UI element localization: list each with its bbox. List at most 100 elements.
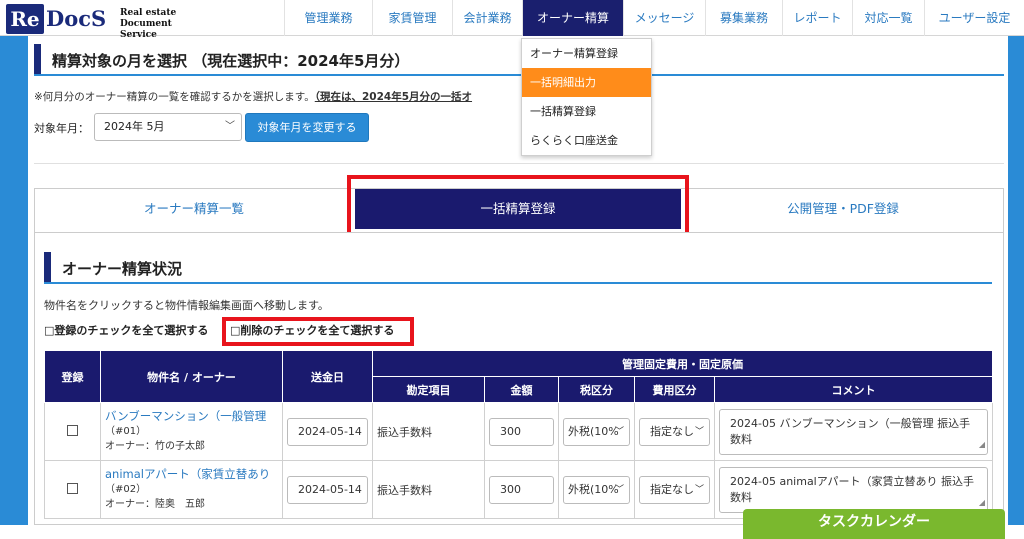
owner-table: 登録 物件名 / オーナー 送金日 管理固定費用・固定原価 勘定項目 金額 税区… xyxy=(44,350,994,519)
header-register: 登録 xyxy=(44,350,101,403)
chevron-down-icon: ﹀ xyxy=(614,484,624,495)
header-item: 勘定項目 xyxy=(372,376,485,403)
owner-name: オーナー：陸奥 五郎 xyxy=(105,499,205,510)
tax-select[interactable]: 外税(10% ﹀ xyxy=(563,475,630,504)
date-input[interactable]: 2024-05-14 xyxy=(287,475,368,504)
change-month-button[interactable]: 対象年月を変更する xyxy=(245,113,369,142)
comment-textarea[interactable]: 2024-05 バンブーマンション（一般管理 振込手数料 ◢ xyxy=(719,408,989,455)
logo-wordmark: DocS xyxy=(46,6,107,31)
header-property: 物件名 / オーナー xyxy=(100,350,283,403)
comment-textarea[interactable]: 2024-05 animalアパート（家賃立替あり 振込手数料 ◢ xyxy=(719,466,989,513)
left-margin-bar xyxy=(0,36,28,525)
item-cell: 振込手数料 xyxy=(372,402,485,461)
logo-subtitle: Real estate Document Service xyxy=(120,8,202,41)
main-nav: 管理業務 家賃管理 会計業務 オーナー精算 メッセージ 募集業務 レポート 対応… xyxy=(284,0,1024,36)
menu-item-bulk-register[interactable]: 一括精算登録 xyxy=(522,97,651,126)
date-input[interactable]: 2024-05-14 xyxy=(287,417,368,446)
nav-user-settings[interactable]: ユーザー設定 xyxy=(924,0,1024,36)
resize-grip-icon[interactable]: ◢ xyxy=(979,437,985,453)
amount-input[interactable]: 300 xyxy=(489,475,554,504)
comment-text: 2024-05 animalアパート（家賃立替あり 振込手数料 xyxy=(730,474,975,504)
property-cell: バンブーマンション（一般管理 （#01） オーナー：竹の子太郎 xyxy=(100,402,283,461)
chevron-down-icon: ﹀ xyxy=(694,484,704,495)
month-label: 対象年月： xyxy=(34,122,89,135)
nav-owner-seisan[interactable]: オーナー精算 xyxy=(522,0,623,36)
owner-name: オーナー：竹の子太郎 xyxy=(105,441,205,452)
page-title: 精算対象の月を選択 （現在選択中：2024年5月分） xyxy=(52,52,410,70)
select-all-register[interactable]: □登録のチェックを全て選択する xyxy=(44,322,208,338)
tax-select-value: 外税(10% xyxy=(568,424,619,438)
amount-cell: 300 xyxy=(484,402,559,461)
nav-yachin[interactable]: 家賃管理 xyxy=(372,0,452,36)
register-cell xyxy=(44,460,101,519)
property-code: （#01） xyxy=(105,426,147,437)
header-comment: コメント xyxy=(713,376,994,403)
item-cell: 振込手数料 xyxy=(372,460,485,519)
nav-report[interactable]: レポート xyxy=(782,0,852,36)
header-tax: 税区分 xyxy=(558,376,635,403)
status-section-header: オーナー精算状況 xyxy=(44,252,992,284)
date-cell: 2024-05-14 xyxy=(282,460,373,519)
month-note-current: （現在は、2024年5月分の一括オ xyxy=(314,91,473,103)
nav-kanri[interactable]: 管理業務 xyxy=(284,0,372,36)
chevron-down-icon: ﹀ xyxy=(694,426,704,437)
month-section-header: 精算対象の月を選択 （現在選択中：2024年5月分） xyxy=(34,44,1004,76)
month-note: ※何月分のオーナー精算の一覧を確認するかを選択します。（現在は、2024年5月分… xyxy=(34,89,472,104)
logo-mark: Re xyxy=(6,4,44,34)
highlight-box-delete xyxy=(222,317,414,346)
nav-boshu[interactable]: 募集業務 xyxy=(705,0,782,36)
task-calendar-button[interactable]: タスクカレンダー xyxy=(743,509,1005,539)
tax-select-value: 外税(10% xyxy=(568,482,619,496)
month-note-text: ※何月分のオーナー精算の一覧を確認するかを選択します。 xyxy=(34,91,315,103)
header-accent-bar xyxy=(44,252,51,282)
header-cost: 費用区分 xyxy=(634,376,715,403)
menu-item-easy-transfer[interactable]: らくらく口座送金 xyxy=(522,126,651,155)
menu-item-owner-register[interactable]: オーナー精算登録 xyxy=(522,39,651,68)
divider xyxy=(34,163,1004,164)
chevron-down-icon: ﹀ xyxy=(614,426,624,437)
header-fixed-cost: 管理固定費用・固定原価 xyxy=(371,350,994,377)
right-margin-bar xyxy=(1008,36,1024,525)
tab-owner-list[interactable]: オーナー精算一覧 xyxy=(35,189,353,229)
tab-publish-pdf[interactable]: 公開管理・PDF登録 xyxy=(683,189,1003,229)
tax-cell: 外税(10% ﹀ xyxy=(558,402,635,461)
table-row: バンブーマンション（一般管理 （#01） オーナー：竹の子太郎 2024-05-… xyxy=(44,402,994,461)
logo-subtitle-line1: Real estate xyxy=(120,8,177,18)
owner-seisan-dropdown: オーナー精算登録 一括明細出力 一括精算登録 らくらく口座送金 xyxy=(521,38,652,156)
chevron-down-icon: ﹀ xyxy=(225,121,235,132)
menu-item-bulk-statement[interactable]: 一括明細出力 xyxy=(522,68,651,97)
status-title: オーナー精算状況 xyxy=(62,260,183,278)
register-checkbox[interactable] xyxy=(67,482,78,494)
month-select[interactable]: 2024年 5月 ﹀ xyxy=(94,113,242,141)
status-note: 物件名をクリックすると物件情報編集画面へ移動します。 xyxy=(44,299,329,312)
cost-select-value: 指定なし xyxy=(650,424,694,438)
comment-cell: 2024-05 バンブーマンション（一般管理 振込手数料 ◢ xyxy=(713,402,994,461)
cost-select[interactable]: 指定なし ﹀ xyxy=(639,417,710,446)
cost-cell: 指定なし ﹀ xyxy=(634,402,715,461)
amount-cell: 300 xyxy=(484,460,559,519)
property-cell: animalアパート（家賃立替あり （#02） オーナー：陸奥 五郎 xyxy=(100,460,283,519)
property-code: （#02） xyxy=(105,484,147,495)
property-link[interactable]: animalアパート（家賃立替あり xyxy=(105,467,278,482)
property-link[interactable]: バンブーマンション（一般管理 xyxy=(105,409,278,424)
tax-select[interactable]: 外税(10% ﹀ xyxy=(563,417,630,446)
header-amount: 金額 xyxy=(484,376,559,403)
header-date: 送金日 xyxy=(282,350,373,403)
nav-kaikei[interactable]: 会計業務 xyxy=(452,0,522,36)
register-cell xyxy=(44,402,101,461)
amount-input[interactable]: 300 xyxy=(489,417,554,446)
nav-taiou[interactable]: 対応一覧 xyxy=(852,0,924,36)
register-checkbox[interactable] xyxy=(67,424,78,436)
redocs-logo[interactable]: Re DocS Real estate Document Service xyxy=(2,2,202,40)
date-cell: 2024-05-14 xyxy=(282,402,373,461)
cost-select-value: 指定なし xyxy=(650,482,694,496)
comment-text: 2024-05 バンブーマンション（一般管理 振込手数料 xyxy=(730,416,971,446)
top-navbar: Re DocS Real estate Document Service 管理業… xyxy=(0,0,1024,40)
tax-cell: 外税(10% ﹀ xyxy=(558,460,635,519)
cost-cell: 指定なし ﹀ xyxy=(634,460,715,519)
cost-select[interactable]: 指定なし ﹀ xyxy=(639,475,710,504)
logo-subtitle-line2: Document Service xyxy=(120,19,172,40)
month-select-value: 2024年 5月 xyxy=(104,120,165,133)
nav-message[interactable]: メッセージ xyxy=(623,0,705,36)
header-accent-bar xyxy=(34,44,41,74)
